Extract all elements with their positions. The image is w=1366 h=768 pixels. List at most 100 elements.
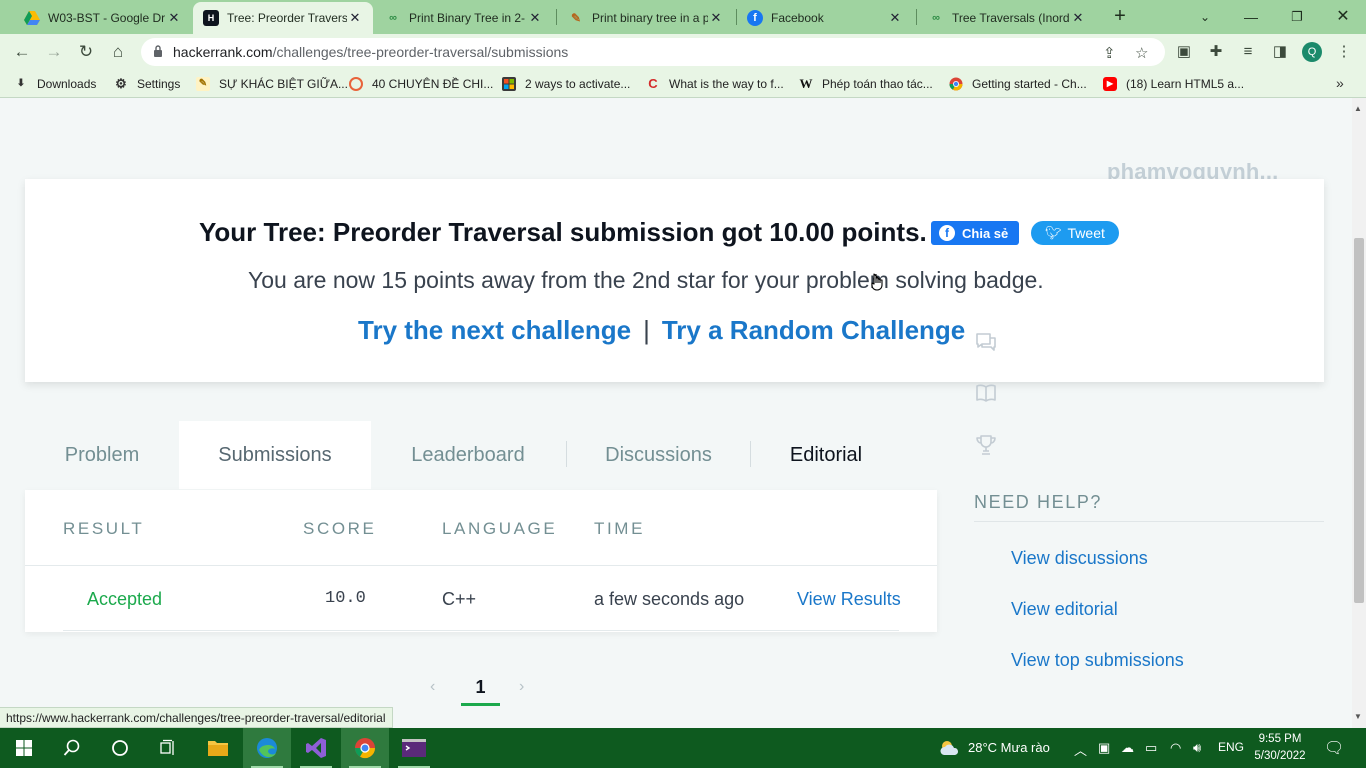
- language-value: C++: [442, 589, 477, 609]
- bookmark-item[interactable]: ▶ (18) Learn HTML5 a...: [1103, 76, 1244, 92]
- profile-avatar[interactable]: Q: [1302, 42, 1322, 62]
- bookmark-item[interactable]: 2 ways to activate...: [502, 76, 630, 92]
- file-explorer-icon[interactable]: [194, 728, 242, 768]
- input-language[interactable]: ENG: [1218, 740, 1244, 754]
- scrollbar-thumb[interactable]: [1354, 238, 1364, 603]
- column-header-score: SCORE: [303, 519, 377, 538]
- trophy-icon[interactable]: [974, 433, 998, 457]
- bookmark-item[interactable]: ⚙ Settings: [114, 76, 180, 92]
- browser-tab[interactable]: ✎ Print binary tree in a p ✕: [558, 2, 734, 34]
- editorial-book-icon[interactable]: [974, 381, 998, 405]
- tab-editorial[interactable]: Editorial: [751, 421, 901, 489]
- cloud-icon[interactable]: ☁: [1121, 740, 1134, 756]
- tab-title: Tree: Preorder Traversa: [227, 11, 347, 25]
- minimize-button[interactable]: —: [1228, 4, 1274, 30]
- search-icon[interactable]: [48, 728, 96, 768]
- tab-title: Print binary tree in a p: [592, 11, 708, 25]
- new-tab-button[interactable]: +: [1108, 5, 1132, 29]
- bookmark-label: (18) Learn HTML5 a...: [1126, 77, 1245, 91]
- forward-button[interactable]: →: [42, 40, 66, 64]
- weather-icon[interactable]: [938, 738, 962, 761]
- media-control-icon[interactable]: ≡: [1238, 42, 1258, 62]
- side-panel-icon[interactable]: ◨: [1270, 42, 1290, 62]
- tab-search-icon[interactable]: ⌄: [1182, 4, 1228, 30]
- close-icon[interactable]: ✕: [527, 10, 543, 26]
- restore-button[interactable]: ❐: [1274, 4, 1320, 30]
- tab-submissions[interactable]: Submissions: [179, 421, 371, 489]
- chevron-up-icon[interactable]: ︿: [1074, 740, 1087, 759]
- link-separator: |: [643, 315, 650, 345]
- browser-tab[interactable]: ∞ Tree Traversals (Inorde ✕: [918, 2, 1096, 34]
- bookmark-item[interactable]: W Phép toán thao tác...: [799, 76, 933, 92]
- address-bar[interactable]: hackerrank.com/challenges/tree-preorder-…: [141, 38, 1165, 66]
- edge-browser-icon[interactable]: [243, 728, 291, 768]
- bookmark-star-icon[interactable]: ☆: [1135, 44, 1148, 62]
- discussions-icon[interactable]: [974, 330, 998, 354]
- challenge-tabs: Problem Submissions Leaderboard Discussi…: [25, 421, 937, 489]
- close-icon[interactable]: ✕: [166, 10, 182, 26]
- close-icon[interactable]: ✕: [708, 10, 724, 26]
- more-bookmarks-icon[interactable]: »: [1336, 75, 1344, 91]
- share-icon[interactable]: ⇪: [1103, 44, 1116, 62]
- task-view-icon[interactable]: [144, 728, 192, 768]
- scroll-up-arrow-icon[interactable]: ▲: [1354, 104, 1362, 113]
- tab-discussions[interactable]: Discussions: [567, 421, 750, 489]
- bookmark-item[interactable]: ✎ SỰ KHÁC BIỆT GIỮA...: [196, 76, 348, 92]
- bookmarks-bar: ⬇ Downloads ⚙ Settings ✎ SỰ KHÁC BIỆT GIỮA.…: [0, 70, 1366, 98]
- cortana-icon[interactable]: [96, 728, 144, 768]
- view-results-link[interactable]: View Results: [797, 589, 901, 610]
- pagination-current-page[interactable]: 1: [461, 672, 500, 706]
- bookmark-item[interactable]: Getting started - Ch...: [949, 76, 1087, 92]
- bookmark-item[interactable]: C What is the way to f...: [646, 76, 784, 92]
- bookmark-item[interactable]: ⬇ Downloads: [14, 76, 97, 92]
- page-scrollbar[interactable]: ▲ ▼: [1352, 98, 1366, 728]
- close-icon[interactable]: ✕: [887, 10, 903, 26]
- browser-tab[interactable]: f Facebook ✕: [737, 2, 913, 34]
- tab-problem[interactable]: Problem: [25, 421, 179, 489]
- bookmark-label: 40 CHUYÊN ĐỀ CHI...: [372, 77, 494, 91]
- share-label: Chia sẻ: [962, 225, 1009, 241]
- close-icon[interactable]: ✕: [347, 10, 363, 26]
- windows-start-icon[interactable]: [0, 728, 48, 768]
- back-button[interactable]: ←: [10, 40, 34, 64]
- system-clock[interactable]: 9:55 PM 5/30/2022: [1254, 731, 1306, 765]
- tab-title: W03-BST - Google Dr: [48, 11, 166, 25]
- browser-tab[interactable]: ∞ Print Binary Tree in 2- ✕: [375, 2, 553, 34]
- notification-icon[interactable]: 🗨︎: [1324, 738, 1344, 758]
- visual-studio-icon[interactable]: [292, 728, 340, 768]
- browser-tab[interactable]: W03-BST - Google Dr ✕: [14, 2, 192, 34]
- bookmark-label: What is the way to f...: [669, 77, 784, 91]
- chevron-right-icon[interactable]: ›: [519, 678, 524, 696]
- chrome-icon[interactable]: [341, 728, 389, 768]
- scroll-down-arrow-icon[interactable]: ▼: [1354, 712, 1362, 721]
- browser-tab-active[interactable]: H Tree: Preorder Traversa ✕: [193, 2, 373, 34]
- menu-kebab-icon[interactable]: ⋮: [1334, 42, 1354, 62]
- terminal-icon[interactable]: [390, 728, 438, 768]
- volume-icon[interactable]: 🔊︎: [1193, 740, 1201, 756]
- tab-leaderboard[interactable]: Leaderboard: [371, 421, 565, 489]
- tab-title: Print Binary Tree in 2-: [409, 11, 526, 25]
- wifi-icon[interactable]: ◠: [1170, 740, 1181, 756]
- close-icon[interactable]: ✕: [1070, 10, 1086, 26]
- reload-button[interactable]: ↻: [74, 40, 98, 64]
- next-challenge-link[interactable]: Try the next challenge: [358, 315, 631, 345]
- random-challenge-link[interactable]: Try a Random Challenge: [662, 315, 965, 345]
- challenge-links: Try the next challenge | Try a Random Chal…: [358, 315, 965, 346]
- extensions-puzzle-icon[interactable]: ✚: [1206, 42, 1226, 62]
- close-window-button[interactable]: ✕: [1320, 4, 1366, 30]
- extension-icon[interactable]: ▣: [1174, 42, 1194, 62]
- home-button[interactable]: ⌂: [106, 40, 130, 64]
- battery-icon[interactable]: ▭: [1145, 740, 1157, 756]
- need-help-heading: NEED HELP?: [974, 492, 1103, 512]
- view-editorial-link[interactable]: View editorial: [1011, 599, 1118, 620]
- weather-text[interactable]: 28°C Mưa rào: [968, 740, 1050, 755]
- tweet-button[interactable]: 🐦︎ Tweet: [1031, 221, 1119, 245]
- bookmark-item[interactable]: 40 CHUYÊN ĐỀ CHI...: [349, 76, 493, 92]
- chevron-left-icon[interactable]: ‹: [430, 678, 435, 696]
- geeksforgeeks-icon: ∞: [932, 12, 940, 24]
- view-discussions-link[interactable]: View discussions: [1011, 548, 1148, 569]
- windows-icon: [502, 77, 516, 91]
- device-icon[interactable]: ▣: [1098, 740, 1110, 756]
- facebook-share-button[interactable]: f Chia sẻ: [931, 221, 1019, 245]
- view-top-submissions-link[interactable]: View top submissions: [1011, 650, 1184, 671]
